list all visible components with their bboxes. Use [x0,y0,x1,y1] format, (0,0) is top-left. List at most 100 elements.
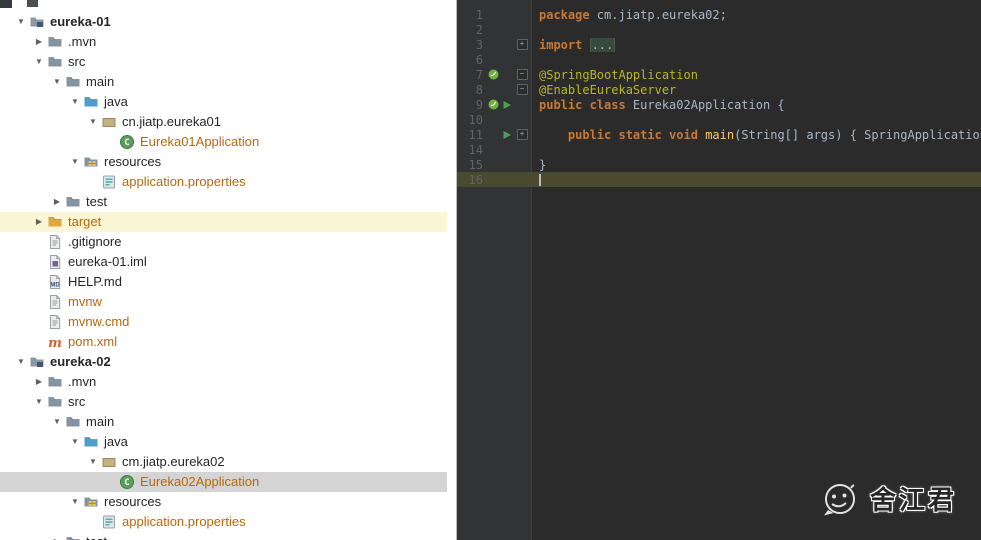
fold-minus-icon[interactable]: − [513,69,531,80]
editor-line[interactable]: 16 [457,172,981,187]
tree-row[interactable]: ▼ src [0,392,447,412]
gutter-icons [485,69,513,80]
chevron-down-icon[interactable]: ▼ [86,452,100,472]
tree-row[interactable]: mvnw.cmd [0,312,447,332]
tree-row[interactable]: .gitignore [0,232,447,252]
editor-line[interactable]: 6 [457,52,981,67]
tree-row[interactable]: application.properties [0,512,447,532]
chevron-down-icon[interactable]: ▼ [86,112,100,132]
tree-row[interactable]: m pom.xml [0,332,447,352]
chevron-down-icon[interactable]: ▼ [50,412,64,432]
tree-row[interactable]: ▶ target [0,212,447,232]
editor-line[interactable]: 14 [457,142,981,157]
tree-row[interactable]: ▼ eureka-02 [0,352,447,372]
chevron-right-icon[interactable]: ▶ [32,32,46,52]
spring-bean-icon[interactable] [488,69,499,80]
chevron-right-icon[interactable]: ▶ [32,372,46,392]
project-folder-icon [28,354,45,370]
chevron-right-icon[interactable]: ▶ [32,212,46,232]
project-folder-icon [28,14,45,30]
clipped-toolbar-icon [0,0,12,8]
editor-line[interactable]: 8 − @EnableEurekaServer [457,82,981,97]
chevron-down-icon[interactable]: ▼ [14,352,28,372]
run-arrow-icon[interactable] [501,129,512,140]
tree-row[interactable]: eureka-01.iml [0,252,447,272]
package-icon [100,454,117,470]
tree-item-label: resources [104,494,162,509]
svg-text:m: m [48,336,62,350]
editor-line[interactable]: 9 public class Eureka02Application { [457,97,981,112]
line-number: 2 [475,22,483,37]
tree-row[interactable]: ▶ .mvn [0,32,447,52]
tree-item-label: .mvn [68,374,97,389]
tree-row[interactable]: ▼ src [0,52,447,72]
fold-plus-icon[interactable]: + [513,39,531,50]
tree-item-label: cn.jiatp.eureka01 [122,114,222,129]
chevron-down-icon[interactable]: ▼ [68,152,82,172]
editor-line[interactable]: 3 + import ... [457,37,981,52]
code-editor[interactable]: 1 package cm.jiatp.eureka02; 2 3 + import ...… [457,0,981,540]
text-caret [539,174,541,186]
tree-row[interactable]: ▼ java [0,432,447,452]
tree-row[interactable]: application.properties [0,172,447,192]
tree-row[interactable]: C Eureka02Application [0,472,447,492]
fold-minus-icon[interactable]: − [513,84,531,95]
chat-face-icon [823,484,855,516]
tree-row[interactable]: ▼ main [0,412,447,432]
tree-item-label: main [86,414,115,429]
gutter-icons [485,129,513,140]
line-number: 6 [475,52,483,67]
tree-row[interactable]: mvnw [0,292,447,312]
tree-item-label: .gitignore [68,234,122,249]
line-number: 7 [475,67,483,82]
editor-line[interactable]: 15} [457,157,981,172]
line-number: 14 [468,142,483,157]
tree-row[interactable]: ▶ .mvn [0,372,447,392]
chevron-down-icon[interactable]: ▼ [32,392,46,412]
tree-row[interactable]: ▼ eureka-01 [0,12,447,32]
line-number: 15 [468,157,483,172]
chevron-down-icon[interactable]: ▼ [50,72,64,92]
run-arrow-icon[interactable] [501,99,512,110]
editor-line[interactable]: 7 − @SpringBootApplication [457,67,981,82]
editor-line[interactable]: 2 [457,22,981,37]
class-icon: C [118,474,135,490]
tree-item-label: target [68,214,102,229]
project-tree[interactable]: ▼ eureka-01 ▶ .mvn ▼ src ▼ main ▼ java ▼ cn.jiatp.e… [0,12,456,540]
tree-row[interactable]: ▶ test [0,192,447,212]
resources-folder-icon [82,494,99,510]
tree-row[interactable]: ▼ resources [0,152,447,172]
chevron-right-icon[interactable]: ▶ [50,192,64,212]
tree-row[interactable]: ▶ test [0,532,447,540]
tree-row[interactable]: ▼ java [0,92,447,112]
editor-line[interactable]: 10 [457,112,981,127]
chevron-right-icon[interactable]: ▶ [50,532,64,540]
tree-item-label: eureka-01 [50,14,111,29]
chevron-down-icon[interactable]: ▼ [14,12,28,32]
tree-row[interactable]: ▼ main [0,72,447,92]
folder-icon [64,414,81,430]
tree-row[interactable]: C Eureka01Application [0,132,447,152]
tree-item-label: eureka-01.iml [68,254,147,269]
svg-text:C: C [124,478,129,488]
spring-bean-icon[interactable] [488,99,499,110]
ide-window: ▼ eureka-01 ▶ .mvn ▼ src ▼ main ▼ java ▼ cn.jiatp.e… [0,0,981,540]
chevron-down-icon[interactable]: ▼ [68,92,82,112]
editor-line[interactable]: 11 + public static void main(String[] arg… [457,127,981,142]
tree-row[interactable]: ▼ cn.jiatp.eureka01 [0,112,447,132]
tree-item-label: Eureka02Application [140,474,260,489]
chevron-down-icon[interactable]: ▼ [32,52,46,72]
editor-line[interactable]: 1 package cm.jiatp.eureka02; [457,7,981,22]
tree-row[interactable]: MD HELP.md [0,272,447,292]
code-text: @EnableEurekaServer [539,82,677,97]
line-number: 10 [468,112,483,127]
tree-row[interactable]: ▼ cm.jiatp.eureka02 [0,452,447,472]
chevron-down-icon[interactable]: ▼ [68,432,82,452]
fold-plus-icon[interactable]: + [513,129,531,140]
class-icon: C [118,134,135,150]
project-tree-panel: ▼ eureka-01 ▶ .mvn ▼ src ▼ main ▼ java ▼ cn.jiatp.e… [0,0,457,540]
tree-item-label: mvnw.cmd [68,314,130,329]
tree-item-label: HELP.md [68,274,122,289]
chevron-down-icon[interactable]: ▼ [68,492,82,512]
tree-row[interactable]: ▼ resources [0,492,447,512]
